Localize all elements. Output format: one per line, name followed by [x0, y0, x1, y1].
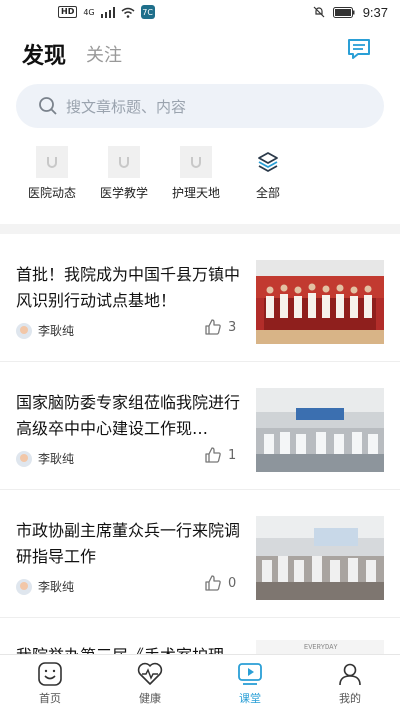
tab-label: 首页 — [39, 692, 61, 705]
thumbs-up-icon — [205, 575, 221, 591]
search-placeholder: 搜文章标题、内容 — [66, 97, 187, 116]
category-label: 医院动态 — [27, 186, 76, 200]
article-thumbnail[interactable] — [256, 388, 384, 472]
tab-profile[interactable]: 我的 — [300, 655, 400, 711]
article-author: 李耿纯 — [16, 578, 74, 595]
app-notification-icon: 7C — [140, 5, 155, 19]
clock: 9:37 — [362, 4, 388, 20]
tab-classroom[interactable]: 课堂 — [200, 655, 300, 711]
category-hospital-news[interactable]: 医院动态 — [16, 146, 88, 202]
author-name: 李耿纯 — [38, 324, 75, 338]
mute-icon — [313, 6, 325, 18]
tab-label: 我的 — [339, 692, 361, 705]
thumbs-up-icon — [205, 319, 221, 335]
section-divider — [0, 224, 400, 234]
list-item[interactable]: 首批！我院成为中国千县万镇中风识别行动试点基地！ 李耿纯 3 — [0, 234, 400, 362]
placeholder-image-icon — [36, 146, 68, 178]
category-label: 全部 — [255, 186, 280, 200]
like-count: 0 — [228, 575, 237, 591]
article-title[interactable]: 首批！我院成为中国千县万镇中风识别行动试点基地！ — [16, 262, 242, 314]
category-nursing[interactable]: 护理天地 — [160, 146, 232, 202]
like-button[interactable]: 1 — [204, 446, 236, 464]
like-button[interactable]: 0 — [204, 574, 236, 592]
avatar — [16, 450, 32, 467]
hd-badge: HD — [58, 6, 78, 18]
heart-pulse-icon — [137, 662, 163, 685]
placeholder-image-icon — [108, 146, 140, 178]
search-icon — [39, 97, 57, 115]
battery-icon — [332, 6, 355, 18]
bottom-tab-bar: 首页 健康 课堂 我的 — [0, 654, 400, 711]
tab-label: 课堂 — [239, 692, 261, 705]
category-row: 医院动态 医学教学 护理天地 全部 — [16, 146, 316, 202]
thumbs-up-icon — [205, 447, 221, 463]
wifi-icon — [121, 7, 135, 18]
placeholder-image-icon — [180, 146, 212, 178]
category-medical-teaching[interactable]: 医学教学 — [88, 146, 160, 202]
tab-label: 健康 — [139, 692, 161, 705]
tab-discover[interactable]: 发现 — [22, 38, 66, 70]
like-count: 3 — [228, 319, 237, 335]
message-icon[interactable] — [346, 36, 372, 62]
category-all[interactable]: 全部 — [232, 146, 304, 202]
network-label: 4G — [83, 7, 95, 17]
article-title[interactable]: 市政协副主席董众兵一行来院调研指导工作 — [16, 518, 242, 570]
article-title[interactable]: 国家脑防委专家组莅临我院进行高级卒中中心建设工作现… — [16, 390, 242, 442]
category-label: 护理天地 — [171, 186, 220, 200]
article-thumbnail[interactable] — [256, 260, 384, 344]
home-face-icon — [38, 662, 62, 686]
layers-icon — [252, 146, 284, 178]
tab-health[interactable]: 健康 — [100, 655, 200, 711]
article-author: 李耿纯 — [16, 322, 74, 339]
category-label: 医学教学 — [99, 186, 148, 200]
tab-home[interactable]: 首页 — [0, 655, 100, 711]
user-icon — [339, 663, 361, 686]
top-header: 发现 关注 — [0, 30, 400, 78]
list-item[interactable]: 国家脑防委专家组莅临我院进行高级卒中中心建设工作现… 李耿纯 1 — [0, 362, 400, 490]
author-name: 李耿纯 — [38, 580, 75, 594]
video-play-icon — [238, 663, 262, 685]
article-thumbnail[interactable] — [256, 516, 384, 600]
list-item[interactable]: 市政协副主席董众兵一行来院调研指导工作 李耿纯 0 — [0, 490, 400, 618]
article-author: 李耿纯 — [16, 450, 74, 467]
like-count: 1 — [228, 447, 237, 463]
avatar — [16, 322, 32, 339]
search-input[interactable]: 搜文章标题、内容 — [16, 84, 384, 128]
avatar — [16, 578, 32, 595]
tab-follow[interactable]: 关注 — [86, 41, 122, 67]
like-button[interactable]: 3 — [204, 318, 236, 336]
status-bar: HD 4G 7C 9:37 — [0, 0, 400, 24]
signal-icon — [100, 6, 115, 18]
author-name: 李耿纯 — [38, 452, 75, 466]
